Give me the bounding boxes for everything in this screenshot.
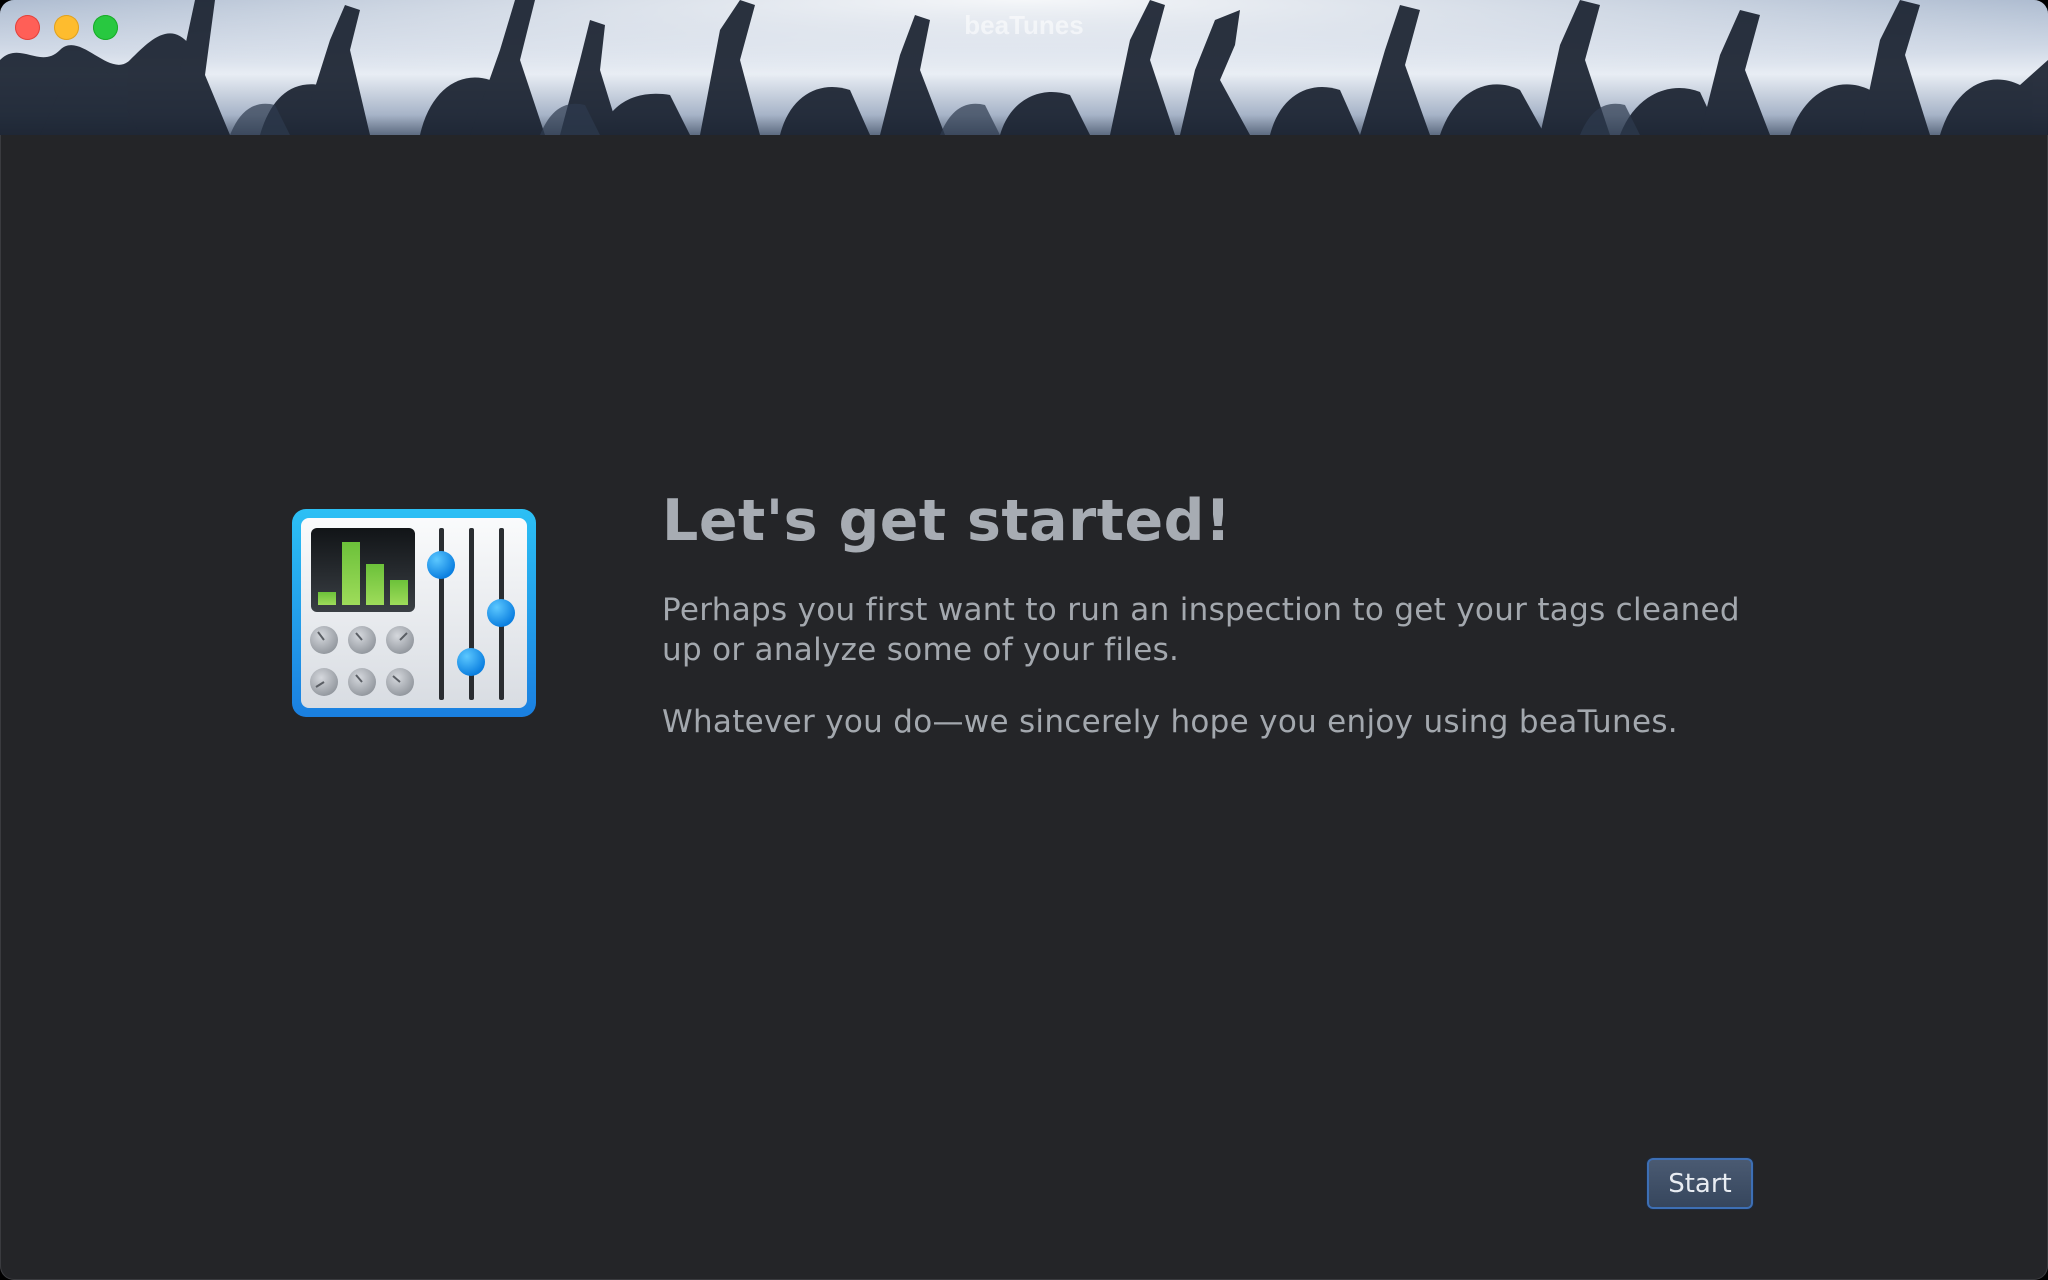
- start-button[interactable]: Start: [1647, 1158, 1753, 1209]
- maximize-window-button[interactable]: [93, 15, 118, 40]
- welcome-paragraph-inspection: Perhaps you first want to run an inspect…: [662, 592, 1740, 668]
- mixer-equalizer-icon: [292, 509, 536, 717]
- window-controls: [15, 15, 118, 40]
- crowd-silhouette-image: [0, 0, 2048, 135]
- close-window-button[interactable]: [15, 15, 40, 40]
- welcome-paragraph-enjoy: Whatever you do—we sincerely hope you en…: [662, 704, 1678, 740]
- minimize-window-button[interactable]: [54, 15, 79, 40]
- concert-crowd-banner: beaTunes: [0, 0, 2048, 135]
- welcome-heading: Let's get started!: [662, 488, 1232, 554]
- welcome-window: beaTunes Let's get started! Perhaps you …: [0, 0, 2048, 1280]
